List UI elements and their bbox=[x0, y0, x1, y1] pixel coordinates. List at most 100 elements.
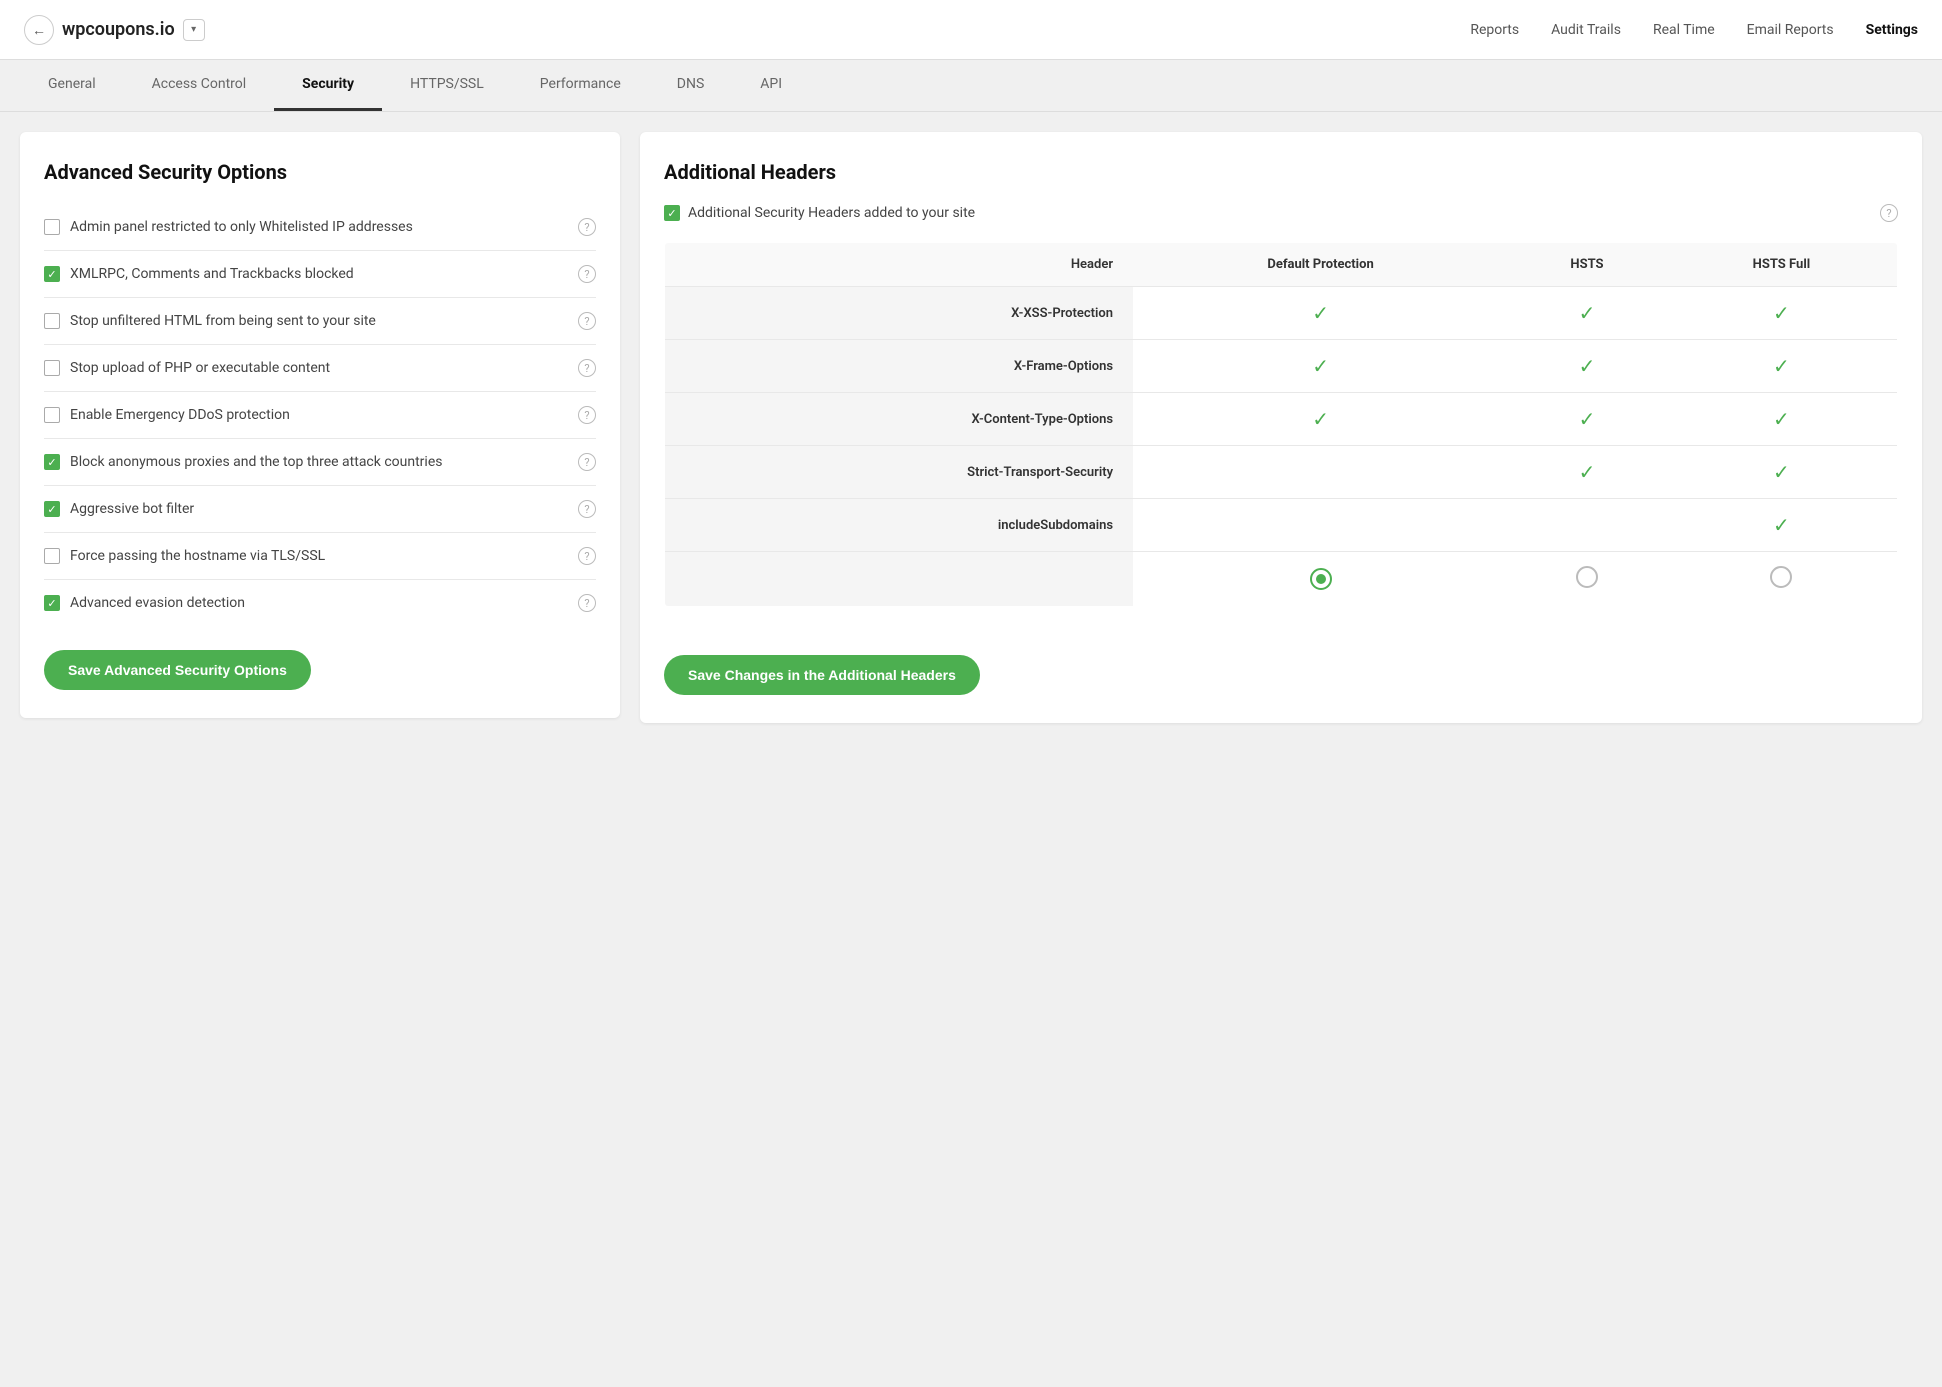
logo-dropdown-button[interactable]: ▾ bbox=[183, 19, 205, 41]
security-option-checkbox-7[interactable] bbox=[44, 548, 60, 564]
security-option-checkbox-2[interactable] bbox=[44, 313, 60, 329]
checkmark-icon: ✓ bbox=[1773, 513, 1790, 537]
security-option-label: Advanced evasion detection bbox=[70, 595, 568, 611]
security-option-row: Block anonymous proxies and the top thre… bbox=[44, 439, 596, 486]
checkmark-icon: ✓ bbox=[1773, 301, 1790, 325]
security-option-help-icon[interactable]: ? bbox=[578, 265, 596, 283]
nav-real-time[interactable]: Real Time bbox=[1653, 22, 1715, 38]
security-option-label: Aggressive bot filter bbox=[70, 501, 568, 517]
radio-hsts-full-circle[interactable] bbox=[1770, 566, 1792, 588]
main-content: Advanced Security Options Admin panel re… bbox=[0, 112, 1942, 743]
tab-performance[interactable]: Performance bbox=[512, 60, 649, 111]
check-cell bbox=[1133, 499, 1508, 552]
security-option-label: XMLRPC, Comments and Trackbacks blocked bbox=[70, 266, 568, 282]
check-cell: ✓ bbox=[1508, 287, 1666, 340]
logo-area: ← wpcoupons.io ▾ bbox=[24, 15, 205, 45]
table-row: X-XSS-Protection✓✓✓ bbox=[665, 287, 1898, 340]
top-bar: ← wpcoupons.io ▾ Reports Audit Trails Re… bbox=[0, 0, 1942, 60]
security-option-label: Enable Emergency DDoS protection bbox=[70, 407, 568, 423]
security-option-label: Force passing the hostname via TLS/SSL bbox=[70, 548, 568, 564]
security-option-help-icon[interactable]: ? bbox=[578, 547, 596, 565]
tab-access-control[interactable]: Access Control bbox=[124, 60, 275, 111]
security-option-help-icon[interactable]: ? bbox=[578, 406, 596, 424]
nav-settings[interactable]: Settings bbox=[1866, 22, 1918, 38]
table-row: Strict-Transport-Security ✓✓ bbox=[665, 446, 1898, 499]
check-cell: ✓ bbox=[1666, 393, 1898, 446]
checkmark-icon: ✓ bbox=[1579, 301, 1596, 325]
col-header: Header bbox=[665, 243, 1134, 287]
security-option-help-icon[interactable]: ? bbox=[578, 312, 596, 330]
table-row: includeSubdomains ✓ bbox=[665, 499, 1898, 552]
security-option-help-icon[interactable]: ? bbox=[578, 594, 596, 612]
radio-default-circle[interactable] bbox=[1310, 568, 1332, 590]
security-option-help-icon[interactable]: ? bbox=[578, 453, 596, 471]
security-option-row: Aggressive bot filter? bbox=[44, 486, 596, 533]
tab-https-ssl[interactable]: HTTPS/SSL bbox=[382, 60, 512, 111]
security-option-label: Admin panel restricted to only Whitelist… bbox=[70, 219, 568, 235]
check-cell: ✓ bbox=[1133, 340, 1508, 393]
checkmark-icon: ✓ bbox=[1312, 354, 1329, 378]
checkmark-icon: ✓ bbox=[1579, 460, 1596, 484]
security-option-row: Stop unfiltered HTML from being sent to … bbox=[44, 298, 596, 345]
tab-api[interactable]: API bbox=[732, 60, 810, 111]
security-options-list: Admin panel restricted to only Whitelist… bbox=[44, 204, 596, 626]
col-hsts-full: HSTS Full bbox=[1666, 243, 1898, 287]
security-option-help-icon[interactable]: ? bbox=[578, 359, 596, 377]
table-header-row: Header Default Protection HSTS HSTS Full bbox=[665, 243, 1898, 287]
security-option-checkbox-8[interactable] bbox=[44, 595, 60, 611]
security-option-row: Advanced evasion detection? bbox=[44, 580, 596, 626]
security-option-row: Admin panel restricted to only Whitelist… bbox=[44, 204, 596, 251]
radio-row-empty bbox=[665, 552, 1134, 607]
security-option-row: Force passing the hostname via TLS/SSL? bbox=[44, 533, 596, 580]
radio-hsts-full[interactable] bbox=[1666, 552, 1898, 607]
security-option-label: Block anonymous proxies and the top thre… bbox=[70, 454, 568, 470]
check-cell: ✓ bbox=[1508, 340, 1666, 393]
col-hsts: HSTS bbox=[1508, 243, 1666, 287]
headers-table-body: X-XSS-Protection✓✓✓X-Frame-Options✓✓✓X-C… bbox=[665, 287, 1898, 607]
logo-text: wpcoupons.io bbox=[62, 19, 175, 40]
security-option-label: Stop unfiltered HTML from being sent to … bbox=[70, 313, 568, 329]
security-option-checkbox-1[interactable] bbox=[44, 266, 60, 282]
security-option-checkbox-0[interactable] bbox=[44, 219, 60, 235]
security-option-checkbox-6[interactable] bbox=[44, 501, 60, 517]
check-cell: ✓ bbox=[1666, 340, 1898, 393]
back-button[interactable]: ← bbox=[24, 15, 54, 45]
save-additional-headers-button[interactable]: Save Changes in the Additional Headers bbox=[664, 655, 980, 695]
radio-row bbox=[665, 552, 1898, 607]
nav-audit-trails[interactable]: Audit Trails bbox=[1551, 22, 1621, 38]
checkmark-icon: ✓ bbox=[1773, 460, 1790, 484]
checkmark-icon: ✓ bbox=[1312, 407, 1329, 431]
headers-master-checkbox-row: Additional Security Headers added to you… bbox=[664, 204, 1898, 222]
security-option-row: XMLRPC, Comments and Trackbacks blocked? bbox=[44, 251, 596, 298]
security-option-checkbox-5[interactable] bbox=[44, 454, 60, 470]
check-cell: ✓ bbox=[1133, 287, 1508, 340]
additional-headers-help-icon[interactable]: ? bbox=[1880, 204, 1898, 222]
security-option-checkbox-3[interactable] bbox=[44, 360, 60, 376]
radio-default[interactable] bbox=[1133, 552, 1508, 607]
check-cell: ✓ bbox=[1666, 287, 1898, 340]
security-option-row: Stop upload of PHP or executable content… bbox=[44, 345, 596, 392]
headers-table: Header Default Protection HSTS HSTS Full… bbox=[664, 242, 1898, 607]
tab-security[interactable]: Security bbox=[274, 60, 382, 111]
checkmark-icon: ✓ bbox=[1312, 301, 1329, 325]
security-option-checkbox-4[interactable] bbox=[44, 407, 60, 423]
check-cell: ✓ bbox=[1508, 446, 1666, 499]
security-option-help-icon[interactable]: ? bbox=[578, 218, 596, 236]
radio-hsts-circle[interactable] bbox=[1576, 566, 1598, 588]
security-option-row: Enable Emergency DDoS protection? bbox=[44, 392, 596, 439]
check-cell bbox=[1508, 499, 1666, 552]
save-advanced-security-button[interactable]: Save Advanced Security Options bbox=[44, 650, 311, 690]
tab-general[interactable]: General bbox=[20, 60, 124, 111]
header-cell: X-Frame-Options bbox=[665, 340, 1134, 393]
col-default-protection: Default Protection bbox=[1133, 243, 1508, 287]
check-cell: ✓ bbox=[1133, 393, 1508, 446]
tab-dns[interactable]: DNS bbox=[649, 60, 733, 111]
header-cell: X-Content-Type-Options bbox=[665, 393, 1134, 446]
security-option-help-icon[interactable]: ? bbox=[578, 500, 596, 518]
additional-headers-checkbox[interactable] bbox=[664, 205, 680, 221]
nav-reports[interactable]: Reports bbox=[1470, 22, 1519, 38]
radio-hsts[interactable] bbox=[1508, 552, 1666, 607]
nav-email-reports[interactable]: Email Reports bbox=[1747, 22, 1834, 38]
additional-headers-label: Additional Security Headers added to you… bbox=[688, 205, 1872, 221]
checkmark-icon: ✓ bbox=[1773, 407, 1790, 431]
